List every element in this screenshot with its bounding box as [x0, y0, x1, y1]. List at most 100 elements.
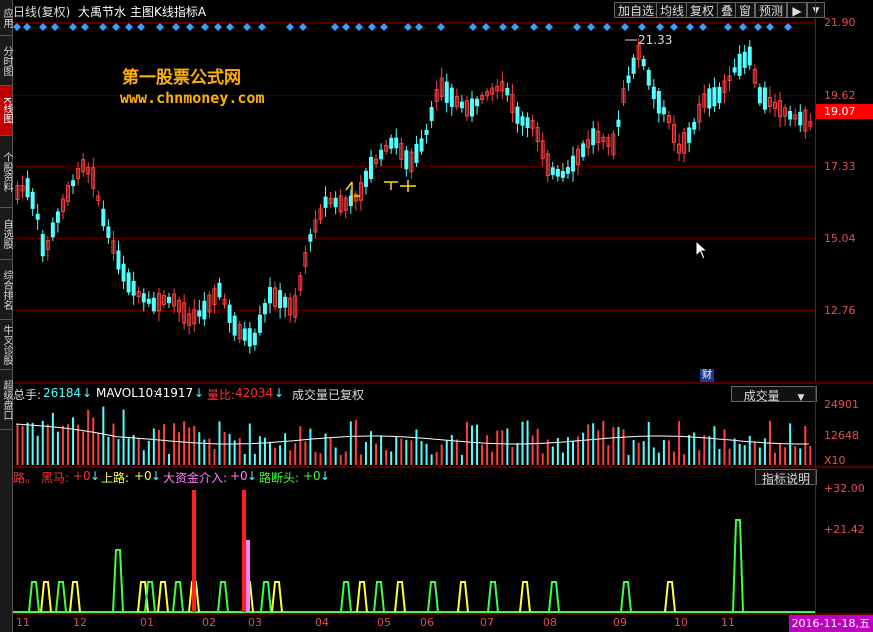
- dazijin-label: 大资金介入:: [163, 471, 228, 485]
- finance-marker[interactable]: 财: [700, 369, 714, 382]
- candle-body: [30, 191, 35, 209]
- candle-body: [268, 287, 272, 304]
- signal-diamond: [23, 23, 31, 31]
- heima-label: 黑马:: [41, 471, 70, 485]
- signal-diamond: [368, 23, 376, 31]
- date-tick: 08: [543, 616, 557, 629]
- indicator-spike: [340, 581, 352, 613]
- indicator-help-button[interactable]: 指标说明: [755, 469, 817, 486]
- volume-tick: 12648: [824, 429, 859, 442]
- indicator-spike: [732, 519, 744, 613]
- mavol-value: 41917: [155, 386, 194, 400]
- signal-diamond: [638, 23, 646, 31]
- shanglu-label: 上路:: [101, 471, 130, 485]
- signal-diamond: [39, 23, 47, 31]
- date-tick: 10: [674, 616, 688, 629]
- indicator-spike: [356, 581, 368, 613]
- dazijin-bar: [246, 540, 250, 612]
- candle-body: [687, 127, 692, 143]
- candle-body: [470, 98, 474, 117]
- candle-body: [131, 280, 136, 296]
- heima-arrow: ↓: [90, 469, 101, 483]
- watermark-url: www.chnmoney.com: [120, 89, 265, 107]
- indicator-spike: [548, 581, 560, 613]
- candle-body: [591, 128, 596, 146]
- candle-body: [141, 293, 146, 303]
- date-tick: 12: [73, 616, 87, 629]
- signal-diamond: [587, 23, 595, 31]
- signal-diamond: [499, 23, 507, 31]
- candle-body: [571, 155, 575, 172]
- candle-body: [757, 87, 762, 104]
- candle-body: [126, 272, 131, 293]
- volume-panel-header: 总手: 26184 ↓ MAVOL10: 41917 ↓ 量比: 42034 ↓…: [13, 386, 873, 403]
- signal-diamond: [51, 23, 59, 31]
- candle-body: [661, 107, 666, 115]
- signal-diamond: [724, 23, 732, 31]
- volume-tick: 24901: [824, 398, 859, 411]
- vol-ratio-label: 量比:: [207, 388, 236, 402]
- volume-note: 成交量已复权: [292, 388, 365, 402]
- signal-diamond: [13, 23, 21, 31]
- candle-body: [550, 167, 555, 175]
- signal-diamond: [243, 23, 251, 31]
- candle-body: [475, 98, 480, 107]
- mavol-label: MAVOL10:: [96, 386, 158, 400]
- indicator-spike: [271, 581, 283, 613]
- indicator-selector-label: 成交量: [743, 389, 780, 403]
- candle-body: [262, 303, 267, 315]
- candle-body: [560, 171, 565, 178]
- signal-diamond: [299, 23, 307, 31]
- indicator-spike: [157, 581, 169, 613]
- vol-ratio-value: 42034: [235, 386, 274, 400]
- candle-body: [788, 110, 793, 120]
- candle-body: [641, 58, 646, 67]
- candle-body: [419, 138, 424, 152]
- date-tick: 06: [420, 616, 434, 629]
- signal-diamond: [137, 23, 145, 31]
- candle-body: [217, 282, 222, 298]
- signal-diamond: [415, 23, 423, 31]
- mouse-cursor-icon: [695, 240, 709, 260]
- date-tick: 05: [377, 616, 391, 629]
- volume-axis: 24901 12648 X10: [815, 386, 873, 469]
- signal-diamond: [355, 23, 363, 31]
- signal-diamond: [739, 23, 747, 31]
- indicator-tick: +21.42: [824, 523, 865, 536]
- candle-body: [363, 170, 368, 187]
- signal-diamond: [156, 23, 164, 31]
- date-tick: 11: [721, 616, 735, 629]
- current-date-badge: 2016-11-18,五: [788, 615, 873, 632]
- candle-body: [459, 101, 464, 109]
- signal-diamond: [380, 23, 388, 31]
- indicator-spike: [620, 581, 632, 613]
- candle-body: [227, 304, 232, 323]
- candle-body: [323, 196, 328, 208]
- dazijin-value: +0: [230, 469, 248, 483]
- signal-diamond: [573, 23, 581, 31]
- candle-body: [717, 86, 722, 104]
- candle-body: [424, 129, 429, 135]
- date-tick: 07: [480, 616, 494, 629]
- candle-body: [449, 87, 454, 107]
- candle-body: [712, 87, 717, 107]
- indicator-spike: [373, 581, 385, 613]
- indicator-spike: [55, 581, 67, 613]
- indicator-spike: [112, 549, 124, 613]
- candle-body: [565, 167, 570, 174]
- signal-diamond: [621, 23, 629, 31]
- date-tick: 11: [16, 616, 30, 629]
- indicator-selector[interactable]: 成交量 ▼: [731, 386, 817, 403]
- candle-body: [116, 250, 121, 270]
- candle-body: [747, 46, 752, 66]
- candle-body: [631, 57, 636, 74]
- candle-body: [146, 298, 151, 304]
- volume-total-label: 总手:: [13, 388, 42, 402]
- indicator-tick: +32.00: [824, 482, 865, 495]
- signal-diamond: [112, 23, 120, 31]
- candle-body: [429, 106, 434, 121]
- volume-total-value: 26184: [43, 386, 82, 400]
- candle-body: [197, 310, 202, 317]
- heima-bar: [192, 490, 196, 612]
- indicator-spike: [394, 581, 406, 613]
